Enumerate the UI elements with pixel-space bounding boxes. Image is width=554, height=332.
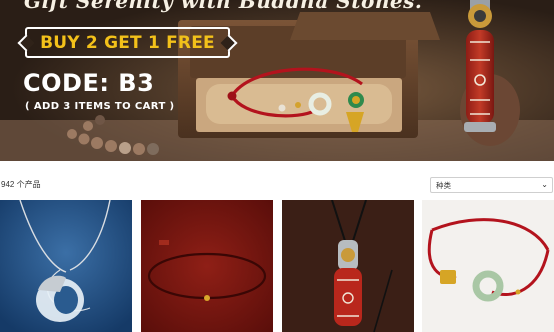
product-image xyxy=(422,200,554,332)
product-card-jade-donut-bracelet[interactable] xyxy=(422,200,554,332)
product-card-red-string-bracelet[interactable] xyxy=(141,200,273,332)
product-image xyxy=(0,200,132,332)
offer-badge: BUY 2 GET 1 FREE xyxy=(25,27,230,58)
product-card-dzi-buddha-necklace[interactable] xyxy=(282,200,414,332)
product-card-jade-crescent-necklace[interactable] xyxy=(0,200,132,332)
product-image xyxy=(141,200,273,332)
promo-instruction: ( ADD 3 ITEMS TO CART ) xyxy=(25,101,175,112)
promo-banner[interactable]: Gift Serenity with Buddha Stones. BUY 2 … xyxy=(0,0,554,161)
product-image xyxy=(282,200,414,332)
promo-code: CODE: B3 xyxy=(23,69,155,97)
product-count: 942 个产品 xyxy=(1,180,41,189)
sort-dropdown[interactable]: 种类 ⌄ xyxy=(430,177,553,193)
banner-tagline: Gift Serenity with Buddha Stones. xyxy=(24,0,423,13)
sort-dropdown-label: 种类 xyxy=(436,180,451,190)
chevron-down-icon: ⌄ xyxy=(541,180,548,189)
